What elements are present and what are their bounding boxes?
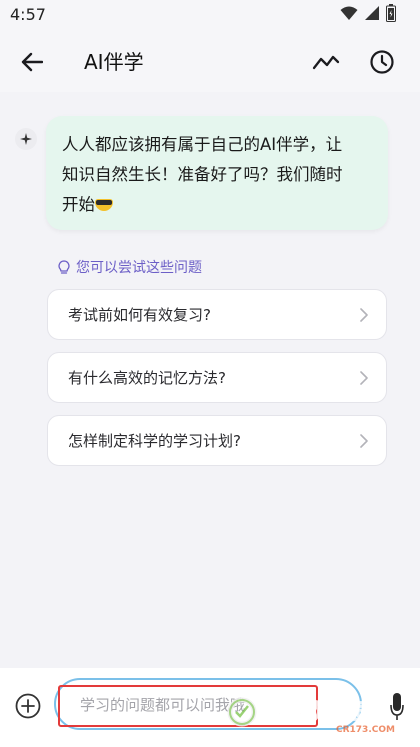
ai-message-line: 人人都应该拥有属于自己的AI伴学，让	[62, 135, 343, 154]
lightbulb-icon	[58, 259, 70, 274]
chevron-right-icon	[360, 433, 368, 448]
suggestion-item[interactable]: 有什么高效的记忆方法?	[47, 352, 387, 403]
signal-icon	[365, 6, 379, 20]
suggestion-item[interactable]: 怎样制定科学的学习计划?	[47, 415, 387, 466]
microphone-icon	[390, 693, 404, 720]
sparkle-icon	[20, 133, 32, 145]
status-icons	[340, 4, 396, 22]
suggestion-item[interactable]: 考试前如何有效复习?	[47, 289, 387, 340]
add-button[interactable]	[14, 692, 42, 720]
suggestion-label: 有什么高效的记忆方法?	[68, 369, 226, 387]
back-button[interactable]	[14, 44, 50, 80]
sunglasses-emoji-icon	[95, 199, 113, 211]
history-clock-icon	[370, 50, 394, 74]
back-arrow-icon	[21, 52, 43, 72]
suggestion-label: 怎样制定科学的学习计划?	[68, 432, 241, 450]
suggestion-hint-text: 您可以尝试这些问题	[76, 260, 202, 276]
plus-circle-icon	[15, 693, 41, 719]
ai-message-line: 知识自然生长！准备好了吗？我们随时	[62, 165, 343, 184]
message-input[interactable]	[80, 694, 280, 716]
wifi-icon	[340, 6, 358, 20]
suggestion-hint: 您可以尝试这些问题	[58, 257, 202, 277]
message-input-wrapper[interactable]	[54, 678, 362, 730]
voice-button[interactable]	[386, 692, 408, 722]
trend-button[interactable]	[308, 44, 344, 80]
status-bar: 4:57	[0, 0, 420, 30]
ai-avatar	[15, 128, 37, 150]
page-title: AI伴学	[84, 50, 144, 74]
history-button[interactable]	[364, 44, 400, 80]
chevron-right-icon	[360, 370, 368, 385]
chevron-right-icon	[360, 307, 368, 322]
ai-message-line: 开始	[62, 195, 95, 214]
trend-icon	[312, 55, 340, 70]
suggestion-label: 考试前如何有效复习?	[68, 306, 211, 324]
status-time: 4:57	[10, 5, 46, 24]
app-bar: AI伴学	[0, 30, 420, 92]
battery-icon	[386, 4, 396, 22]
ai-message-bubble: 人人都应该拥有属于自己的AI伴学，让 知识自然生长！准备好了吗？我们随时 开始	[46, 116, 388, 230]
input-bar	[0, 668, 420, 747]
